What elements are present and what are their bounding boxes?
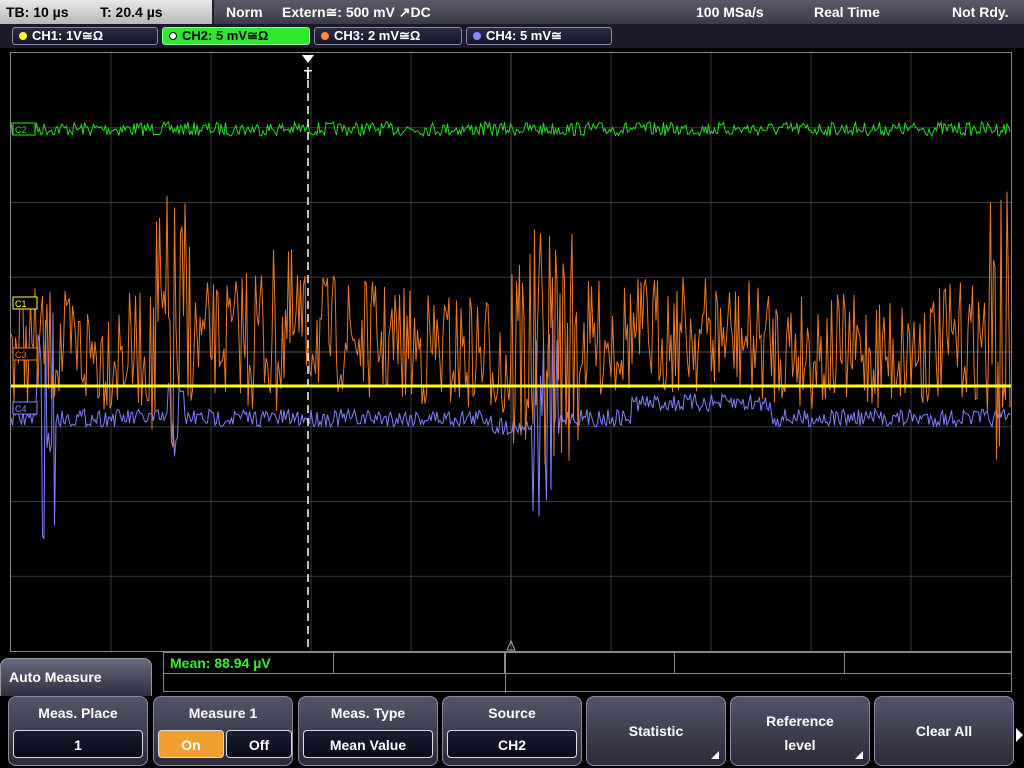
- trigger-label: T: [304, 67, 312, 82]
- ch4-marker-label: C4: [15, 404, 27, 414]
- submenu-corner-icon: [855, 751, 863, 759]
- clear-all-label: Clear All: [915, 723, 973, 739]
- reference-level-softkey[interactable]: Reference level: [730, 696, 870, 766]
- source-value[interactable]: CH2: [447, 730, 577, 758]
- sample-rate: 100 MSa/s: [696, 4, 764, 20]
- submenu-corner-icon: [711, 751, 719, 759]
- ch3-offset-marker: C3: [12, 347, 38, 361]
- meas-type-value[interactable]: Mean Value: [303, 730, 433, 758]
- reference-label-line1: Reference: [766, 713, 834, 729]
- measurement-slot-4[interactable]: [675, 653, 845, 673]
- ch4-offset-marker: C4: [12, 401, 38, 415]
- waveform-display[interactable]: T C2 C1 C3 C4: [10, 52, 1012, 652]
- trigger-mode[interactable]: Norm: [226, 4, 263, 20]
- trigger-position-marker: [302, 55, 314, 63]
- measurement-slot-3[interactable]: [505, 653, 675, 673]
- channel-tab-ch4[interactable]: CH4: 5 mV≅: [466, 27, 612, 45]
- ch4-label: CH4: 5 mV≅: [486, 28, 562, 43]
- ch2-marker-label: C2: [15, 125, 27, 135]
- meas-type-title: Meas. Type: [330, 705, 406, 721]
- ch1-marker-label: C1: [15, 299, 27, 309]
- measurement-slot-2[interactable]: [334, 653, 505, 673]
- statistic-softkey[interactable]: Statistic: [586, 696, 726, 766]
- measurement-row-divider: [164, 673, 1011, 674]
- ch4-color-dot: [473, 32, 481, 40]
- ch3-color-dot: [321, 32, 329, 40]
- status-bar: TB: 10 µs T: 20.4 µs Norm Extern≅: 500 m…: [0, 0, 1024, 24]
- timebase-label: TB: 10 µs: [6, 4, 69, 20]
- reference-label-line2: level: [784, 737, 816, 753]
- ch2-label: CH2: 5 mV≅Ω: [182, 28, 269, 43]
- ch2-color-dot: [169, 32, 177, 40]
- trigger-status: Not Rdy.: [952, 4, 1009, 20]
- measurement-slot-5[interactable]: [845, 653, 1011, 673]
- trigger-position-label: T: 20.4 µs: [100, 4, 163, 20]
- meas-place-softkey[interactable]: Meas. Place 1: [8, 696, 148, 766]
- measure-on-button[interactable]: On: [158, 730, 224, 758]
- menu-title: Auto Measure: [9, 669, 102, 685]
- ch3-label: CH3: 2 mV≅Ω: [334, 28, 421, 43]
- measurement-result: Mean: 88.94 µV: [170, 655, 271, 671]
- waveform-canvas: T C2 C1 C3 C4: [11, 53, 1011, 651]
- ch1-label: CH1: 1V≅Ω: [32, 28, 104, 43]
- source-title: Source: [488, 705, 536, 721]
- channel-tabs: CH1: 1V≅Ω CH2: 5 mV≅Ω CH3: 2 mV≅Ω CH4: 5…: [0, 24, 1024, 48]
- measure1-softkey[interactable]: Measure 1 On Off: [153, 696, 293, 766]
- source-softkey[interactable]: Source CH2: [442, 696, 582, 766]
- measure1-title: Measure 1: [188, 705, 258, 721]
- meas-type-softkey[interactable]: Meas. Type Mean Value: [298, 696, 438, 766]
- menu-title-tab[interactable]: Auto Measure: [0, 658, 152, 698]
- statistic-label: Statistic: [628, 723, 684, 739]
- meas-place-title: Meas. Place: [38, 705, 118, 721]
- measurement-bar: Mean: 88.94 µV: [163, 652, 1012, 693]
- measure-off-button[interactable]: Off: [226, 730, 292, 758]
- menu-scroll-arrow-icon[interactable]: [1014, 710, 1024, 760]
- clear-all-softkey[interactable]: Clear All: [874, 696, 1014, 766]
- ch1-color-dot: [19, 32, 27, 40]
- acquisition-mode: Real Time: [814, 4, 880, 20]
- trigger-source[interactable]: Extern≅: 500 mV ↗DC: [282, 4, 431, 21]
- channel-tab-ch2[interactable]: CH2: 5 mV≅Ω: [162, 27, 310, 45]
- ch1-offset-marker: C1: [12, 296, 38, 310]
- timebase-box[interactable]: TB: 10 µs T: 20.4 µs: [0, 0, 214, 24]
- meas-place-value[interactable]: 1: [13, 730, 143, 758]
- ch3-marker-label: C3: [15, 350, 27, 360]
- softkey-bar: Meas. Place 1 Measure 1 On Off Meas. Typ…: [0, 696, 1024, 768]
- channel-tab-ch1[interactable]: CH1: 1V≅Ω: [12, 27, 158, 45]
- measurement-slot-1[interactable]: Mean: 88.94 µV: [164, 653, 334, 673]
- ch2-offset-marker: C2: [12, 122, 36, 136]
- channel-tab-ch3[interactable]: CH3: 2 mV≅Ω: [314, 27, 462, 45]
